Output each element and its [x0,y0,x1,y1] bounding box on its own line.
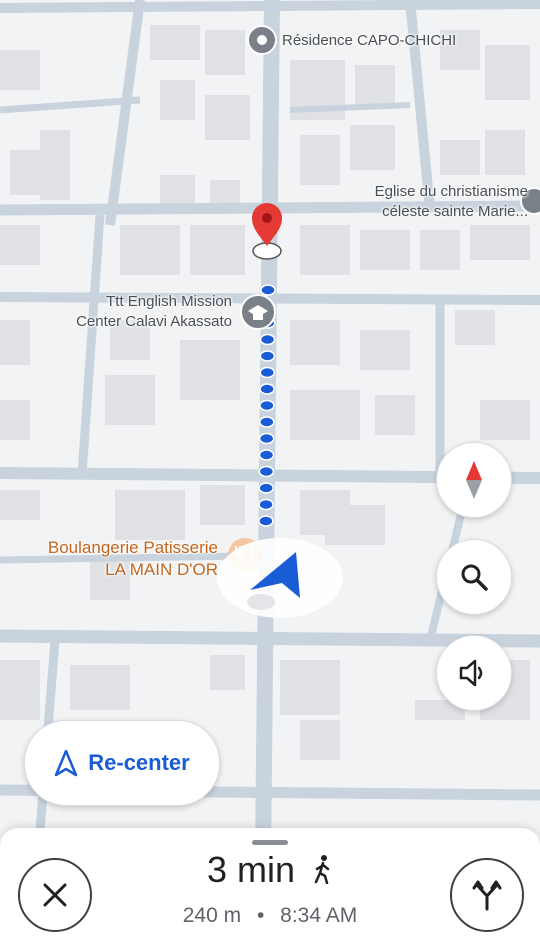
search-icon [461,564,488,591]
school-poi-marker[interactable] [240,294,276,330]
route-dot [259,366,275,379]
compass-button[interactable] [436,442,512,518]
poi-label-residence: Résidence CAPO-CHICHI [282,32,457,49]
poi-label-eglise-line2: céleste sainte Marie... [382,203,528,220]
walking-icon [311,850,333,894]
route-dot [258,432,275,445]
residence-poi-marker[interactable] [247,25,277,55]
route-dot [258,498,274,511]
arrival-time: 8:34 AM [280,904,358,927]
recenter-button[interactable]: Re-center [24,720,220,806]
route-dot [259,350,276,362]
route-dot [259,416,275,428]
poi-label-ttt-line2: Center Calavi Akassato [76,313,232,330]
route-dot [258,515,274,527]
poi-label-boulangerie-line2: LA MAIN D'OR [105,560,218,579]
route-dot [258,465,275,478]
poi-label-ttt-line1: Ttt English Mission [106,293,232,310]
speaker-icon [459,659,483,687]
compass-icon [466,461,482,499]
current-location-marker[interactable] [217,538,343,618]
poi-label-eglise: Eglise du christianisme céleste sainte M… [336,182,528,222]
route-dot [259,383,275,395]
eta-time: 3 min [206,849,295,890]
destination-pin-icon[interactable] [252,203,282,260]
search-button[interactable] [436,539,512,615]
route-dot [258,482,274,494]
trip-distance: 240 m [182,904,242,927]
poi-label-boulangerie: Boulangerie Patisserie LA MAIN D'OR [0,537,218,581]
navigation-arrow-icon [55,749,78,777]
separator-dot: • [256,904,265,927]
route-dot [258,449,275,461]
alternate-routes-button[interactable] [450,858,524,932]
route-dot [259,333,276,346]
route-dot [259,399,275,412]
sound-button[interactable] [436,635,512,711]
route-fork-icon [472,880,502,911]
poi-label-boulangerie-line1: Boulangerie Patisserie [47,538,218,557]
route-dot [260,284,276,296]
recenter-label: Re-center [88,750,190,775]
sheet-drag-handle[interactable] [252,840,288,845]
poi-label-eglise-line1: Eglise du christianisme [374,183,528,200]
poi-label-ttt: Ttt English Mission Center Calavi Akassa… [20,292,232,332]
trip-summary-sheet[interactable]: 3 min 240 m • 8:34 AM [0,828,540,950]
